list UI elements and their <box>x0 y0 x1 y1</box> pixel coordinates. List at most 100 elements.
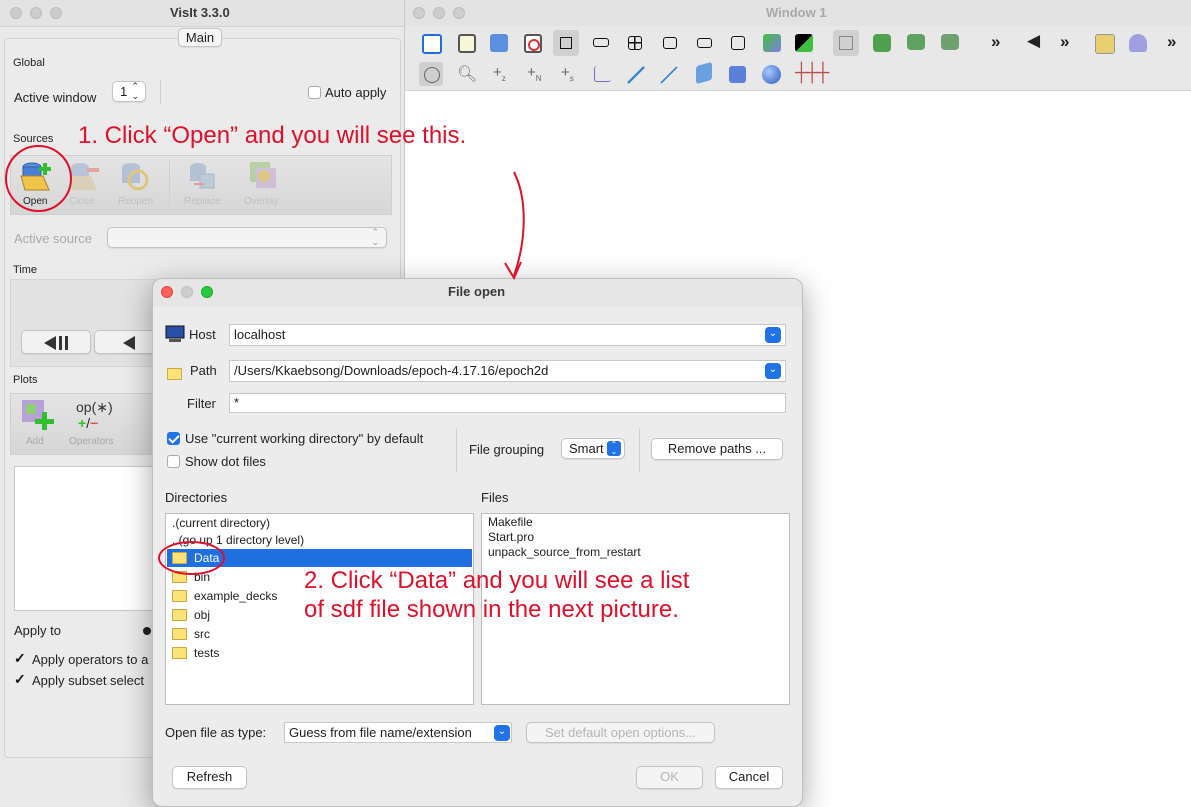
folder-icon <box>172 608 187 621</box>
show-dot-files-label: Show dot files <box>185 454 266 469</box>
replace-button[interactable]: Replace <box>180 158 230 208</box>
operators-button[interactable]: op(∗) +/− Operators <box>66 396 126 450</box>
minimize-dialog-button[interactable] <box>181 286 193 298</box>
auto-apply-checkbox[interactable] <box>308 86 321 99</box>
zoom-window-button[interactable] <box>50 7 62 19</box>
layout-2x4-icon[interactable] <box>697 38 712 48</box>
sphere-tool-icon[interactable] <box>762 65 781 84</box>
copy-window-icon[interactable] <box>490 34 508 52</box>
overlay-label: Overlay <box>244 196 279 207</box>
list-item[interactable]: example_decks <box>172 589 277 603</box>
open-as-label: Open file as type: <box>165 725 267 740</box>
directory-name: obj <box>194 608 211 622</box>
host-combobox[interactable]: localhost <box>229 324 786 346</box>
list-item[interactable]: obj <box>172 608 210 622</box>
computer-icon <box>165 325 185 342</box>
path-combobox[interactable]: /Users/Kkaebsong/Downloads/epoch-4.17.16… <box>229 360 786 382</box>
animation-back-icon[interactable]: ◀︎ <box>1027 31 1040 51</box>
navigate-mode-icon[interactable] <box>419 62 443 86</box>
minimize-window-button[interactable] <box>433 7 445 19</box>
perspective-icon[interactable] <box>833 30 859 56</box>
add-plot-label: Add <box>26 436 44 447</box>
active-source-select[interactable]: ⌃ ⌄ <box>107 227 387 248</box>
pick-icon[interactable] <box>1129 34 1147 52</box>
set-default-options-button[interactable]: Set default open options... <box>526 722 715 743</box>
ok-button[interactable]: OK <box>636 766 703 789</box>
apply-subset-checkbox[interactable] <box>14 671 27 688</box>
overlay-icon <box>250 162 276 188</box>
axis-restriction-icon[interactable]: ┼┼┼ <box>795 62 829 83</box>
zone-pick-icon[interactable]: +z <box>493 64 506 83</box>
lineout-icon[interactable] <box>660 66 678 84</box>
annotation-icon[interactable] <box>1095 34 1115 54</box>
list-item[interactable]: Makefile <box>488 515 533 529</box>
files-label: Files <box>481 490 509 505</box>
more-chevron-icon[interactable]: » <box>1167 32 1176 52</box>
overlay-button[interactable]: Overlay <box>238 158 288 208</box>
spin-mode-icon[interactable] <box>795 34 813 52</box>
reopen-label: Reopen <box>118 196 154 207</box>
zoom-window-button[interactable] <box>453 7 465 19</box>
directory-name: src <box>194 627 210 641</box>
chevron-down-icon[interactable]: ⌄ <box>765 363 781 379</box>
open-as-select[interactable]: Guess from file name/extension <box>284 722 512 743</box>
list-item[interactable]: src <box>172 627 210 641</box>
list-item[interactable]: Start.pro <box>488 530 534 544</box>
layout-1x2-icon[interactable] <box>593 38 609 47</box>
minimize-window-button[interactable] <box>30 7 42 19</box>
list-item[interactable]: .(current directory) <box>172 516 270 530</box>
plot-list[interactable] <box>14 466 166 611</box>
apply-subset-label: Apply subset select <box>32 673 145 688</box>
plane-tool-icon[interactable] <box>696 61 712 85</box>
layout-3x3-icon[interactable] <box>731 36 745 50</box>
apply-operators-checkbox[interactable] <box>14 650 27 667</box>
reopen-button[interactable]: Reopen <box>110 158 160 208</box>
layout-2x2-icon[interactable] <box>628 36 642 50</box>
camera-icon[interactable] <box>907 34 925 50</box>
use-cwd-checkbox[interactable] <box>167 432 180 445</box>
show-dot-files-checkbox[interactable] <box>167 455 180 468</box>
box-tool-icon[interactable] <box>729 66 746 83</box>
apply-to-label: Apply to <box>14 623 61 638</box>
time-label: Time <box>13 264 38 276</box>
layout-1x1-icon[interactable] <box>553 30 579 56</box>
chevron-down-icon[interactable]: ⌄ <box>765 327 781 343</box>
close-dialog-button[interactable] <box>161 286 173 298</box>
chevron-down-icon[interactable]: ⌄ <box>494 725 510 741</box>
active-source-label: Active source <box>14 231 93 246</box>
window1-toolbar: » ◀︎ » » 🔍︎ +z +N +s ┼┼┼ <box>405 26 1191 91</box>
file-grouping-select[interactable]: Smart ⌃ ⌄ <box>561 438 625 459</box>
cancel-button[interactable]: Cancel <box>715 766 783 789</box>
active-window-spinner[interactable]: 1 ⌃ ⌄ <box>112 81 146 102</box>
refresh-button[interactable]: Refresh <box>172 766 247 789</box>
remove-paths-button[interactable]: Remove paths ... <box>651 438 783 460</box>
more-chevron-icon[interactable]: » <box>991 32 1000 52</box>
more-chevron-icon[interactable]: » <box>1060 32 1069 52</box>
curve-pick-icon[interactable] <box>594 66 611 82</box>
new-window-icon[interactable] <box>422 34 442 54</box>
zoom-icon[interactable]: 🔍︎ <box>457 64 477 84</box>
spreadsheet-pick-icon[interactable]: +s <box>561 64 574 83</box>
list-item[interactable]: unpack_source_from_restart <box>488 545 641 559</box>
step-back-button[interactable] <box>21 330 91 354</box>
add-plot-button[interactable]: Add <box>16 396 64 450</box>
apply-to-radio[interactable] <box>143 627 151 635</box>
tab-main[interactable]: Main <box>178 28 222 47</box>
clone-window-icon[interactable] <box>458 34 476 53</box>
node-pick-icon[interactable]: +N <box>527 64 542 83</box>
plus-minus-icon: +/− <box>78 415 99 431</box>
replace-label: Replace <box>184 196 221 207</box>
filter-input[interactable]: * <box>229 393 786 413</box>
line-pick-icon[interactable] <box>627 66 645 84</box>
close-window-button[interactable] <box>413 7 425 19</box>
open-as-value: Guess from file name/extension <box>289 725 472 740</box>
save-image-icon[interactable] <box>873 34 891 52</box>
lock-view-icon[interactable] <box>763 34 781 52</box>
layout-2x3-icon[interactable] <box>663 37 677 49</box>
divider <box>160 80 161 104</box>
close-window-button[interactable] <box>10 7 22 19</box>
clear-window-icon[interactable] <box>524 34 542 53</box>
list-item[interactable]: tests <box>172 646 219 660</box>
camera-view-icon[interactable] <box>941 34 959 50</box>
zoom-dialog-button[interactable] <box>201 286 213 298</box>
